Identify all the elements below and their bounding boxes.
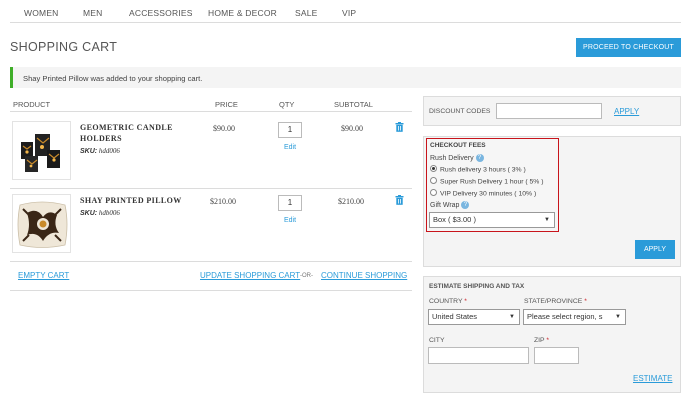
country-label-text: COUNTRY (429, 298, 463, 305)
rush-option-label: VIP Delivery 30 minutes ( 10% ) (440, 190, 537, 198)
state-value: Please select region, s (527, 312, 603, 321)
rush-option-label: Rush delivery 3 hours ( 3% ) (440, 166, 526, 174)
required-mark: * (546, 337, 549, 344)
product-image-printed-pillow[interactable] (12, 194, 71, 253)
chevron-down-icon: ▼ (544, 217, 550, 223)
sku-value: hdb006 (98, 209, 120, 217)
update-cart-link[interactable]: UPDATE SHOPPING CART (200, 271, 300, 280)
help-icon[interactable]: ? (475, 154, 484, 162)
help-icon[interactable]: ? (461, 201, 470, 209)
rush-delivery-label: Rush Delivery? (430, 154, 484, 162)
zip-input[interactable] (534, 347, 579, 364)
sku-label: SKU: (80, 148, 98, 155)
page-title: SHOPPING CART (10, 40, 118, 54)
chevron-down-icon: ▼ (509, 314, 515, 320)
estimate-shipping-panel: ESTIMATE SHIPPING AND TAX COUNTRY * Unit… (423, 276, 681, 393)
chevron-down-icon: ▼ (613, 310, 621, 324)
rush-option-30min[interactable]: VIP Delivery 30 minutes ( 10% ) (430, 189, 537, 198)
product-name-line2: HOLDERS (80, 133, 122, 143)
discount-code-input[interactable] (496, 103, 602, 119)
fees-title: CHECKOUT FEES (430, 142, 486, 149)
gift-wrap-select[interactable]: Box ( $3.00 ) ▼ (429, 212, 555, 228)
gift-wrap-value: Box ( $3.00 ) (433, 215, 476, 224)
row-divider (10, 188, 412, 189)
sku-label: SKU: (80, 210, 98, 217)
nav-item-women[interactable]: WOMEN (24, 8, 59, 18)
gift-wrap-text: Gift Wrap (430, 201, 460, 209)
sku-value: hdd006 (98, 147, 120, 155)
state-label-text: STATE/PROVINCE (524, 298, 583, 305)
discount-panel: DISCOUNT CODES APPLY (423, 96, 681, 126)
product-image-candle-holders[interactable] (12, 121, 71, 180)
radio-selected-icon[interactable] (430, 165, 437, 172)
edit-item-link[interactable]: Edit (284, 144, 296, 151)
product-name-printed-pillow[interactable]: SHAY PRINTED PILLOW (80, 196, 182, 207)
header-product: PRODUCT (13, 100, 51, 109)
quantity-input[interactable]: 1 (278, 195, 302, 211)
row-subtotal: $90.00 (341, 124, 363, 133)
product-sku: SKU: hdb006 (80, 209, 120, 217)
row-divider (10, 261, 412, 262)
required-mark: * (464, 298, 467, 305)
actions-divider (10, 290, 412, 291)
country-label: COUNTRY * (429, 298, 467, 305)
shipping-title: ESTIMATE SHIPPING AND TAX (429, 283, 525, 290)
rush-option-label: Super Rush Delivery 1 hour ( 5% ) (440, 178, 544, 186)
rush-option-3h[interactable]: Rush delivery 3 hours ( 3% ) (430, 165, 526, 174)
product-name-line1: GEOMETRIC CANDLE (80, 123, 173, 132)
product-sku: SKU: hdd006 (80, 147, 120, 155)
unit-price: $90.00 (213, 124, 235, 133)
zip-label: ZIP * (534, 337, 549, 344)
fees-apply-button[interactable]: APPLY (635, 240, 675, 259)
table-header-divider (10, 111, 412, 112)
nav-item-sale[interactable]: SALE (295, 8, 318, 18)
nav-item-vip[interactable]: VIP (342, 8, 356, 18)
product-name-candle-holders[interactable]: GEOMETRIC CANDLE HOLDERS (80, 123, 173, 144)
discount-apply-link[interactable]: APPLY (614, 107, 639, 116)
trash-icon[interactable] (395, 195, 404, 207)
radio-icon[interactable] (430, 177, 437, 184)
discount-label: DISCOUNT CODES (429, 108, 491, 115)
zip-label-text: ZIP (534, 337, 545, 344)
trash-icon[interactable] (395, 122, 404, 134)
header-qty: QTY (279, 100, 295, 109)
state-select[interactable]: Please select region, s ▼ (523, 309, 626, 325)
radio-icon[interactable] (430, 189, 437, 196)
quantity-input[interactable]: 1 (278, 122, 302, 138)
nav-item-home-decor[interactable]: HOME & DECOR (208, 8, 277, 18)
gift-wrap-label: Gift Wrap? (430, 201, 470, 209)
unit-price: $210.00 (210, 197, 236, 206)
required-mark: * (584, 298, 587, 305)
nav-item-men[interactable]: MEN (83, 8, 103, 18)
estimate-link[interactable]: ESTIMATE (633, 374, 672, 383)
notice-text: Shay Printed Pillow was added to your sh… (23, 74, 203, 83)
state-label: STATE/PROVINCE * (524, 298, 587, 305)
or-separator: -OR- (300, 273, 313, 279)
header-subtotal: SUBTOTAL (334, 100, 373, 109)
nav-item-accessories[interactable]: ACCESSORIES (129, 8, 193, 18)
rush-option-1h[interactable]: Super Rush Delivery 1 hour ( 5% ) (430, 177, 544, 186)
top-nav: WOMEN MEN ACCESSORIES HOME & DECOR SALE … (10, 0, 681, 23)
row-subtotal: $210.00 (338, 197, 364, 206)
continue-shopping-link[interactable]: CONTINUE SHOPPING (321, 271, 407, 280)
success-notice: Shay Printed Pillow was added to your sh… (10, 67, 681, 88)
header-price: PRICE (215, 100, 238, 109)
proceed-to-checkout-button[interactable]: PROCEED TO CHECKOUT (576, 38, 681, 57)
edit-item-link[interactable]: Edit (284, 217, 296, 224)
city-label: CITY (429, 337, 445, 344)
city-input[interactable] (428, 347, 529, 364)
country-value: United States (432, 312, 478, 321)
rush-delivery-text: Rush Delivery (430, 154, 474, 162)
empty-cart-link[interactable]: EMPTY CART (18, 271, 69, 280)
checkout-fees-box: CHECKOUT FEES Rush Delivery? Rush delive… (426, 138, 559, 232)
country-select[interactable]: United States ▼ (428, 309, 520, 325)
